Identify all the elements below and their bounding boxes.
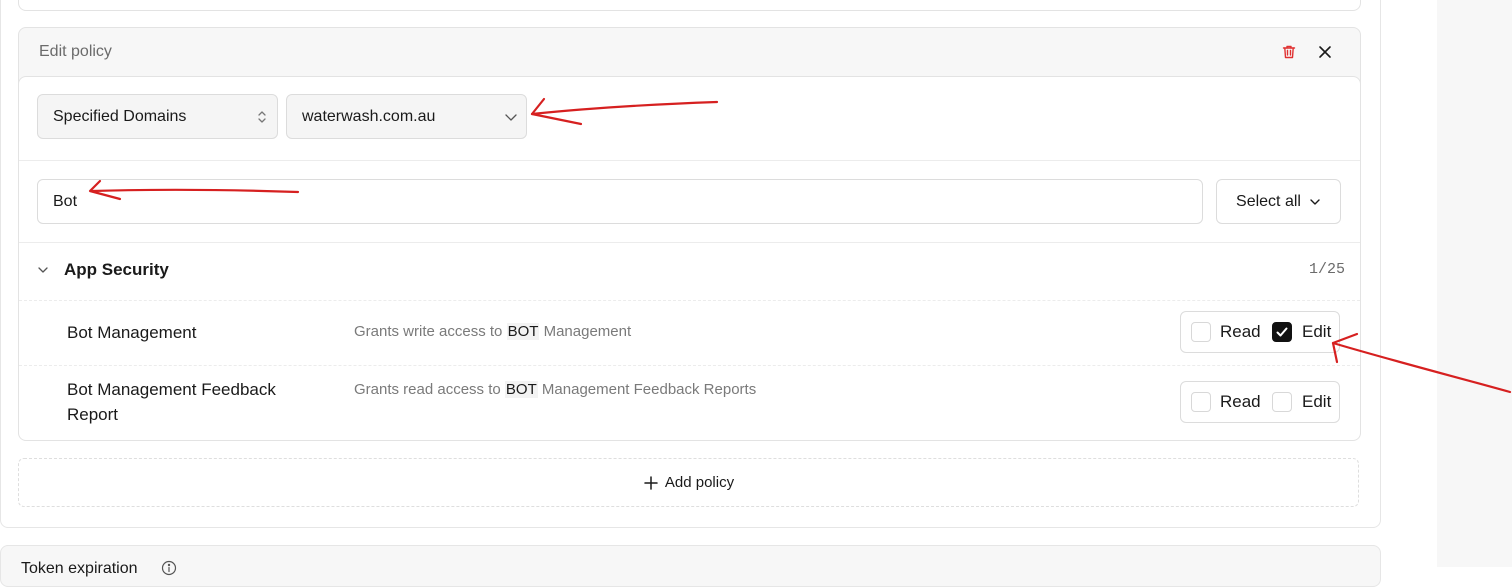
- description-highlight: BOT: [504, 381, 538, 398]
- chevron-down-icon: [1310, 198, 1320, 205]
- add-policy-button[interactable]: Add policy: [18, 458, 1359, 507]
- domain-select-value: waterwash.com.au: [302, 107, 436, 125]
- description-text: Management: [539, 323, 632, 340]
- description-text: Management Feedback Reports: [537, 381, 757, 398]
- read-label[interactable]: Read: [1220, 392, 1261, 412]
- permission-search-input[interactable]: [37, 179, 1203, 224]
- permission-access-controls: Read Edit: [1180, 381, 1340, 423]
- section-title: Token expiration: [21, 560, 138, 577]
- scope-select-value: Specified Domains: [53, 107, 187, 125]
- scope-select[interactable]: Specified Domains: [37, 94, 278, 139]
- chevron-down-icon: [496, 112, 526, 122]
- close-policy-button[interactable]: [1315, 42, 1335, 62]
- domain-select[interactable]: waterwash.com.au: [286, 94, 527, 139]
- collapse-group-toggle[interactable]: [35, 262, 51, 278]
- permission-name: Bot Management Feedback Report: [67, 380, 276, 424]
- read-label[interactable]: Read: [1220, 322, 1261, 342]
- policy-editor: Specified Domains waterwash.com.au Selec…: [18, 76, 1361, 441]
- chevron-updown-icon: [247, 109, 277, 125]
- edit-checkbox[interactable]: [1272, 392, 1292, 412]
- info-icon: [161, 560, 177, 576]
- close-icon: [1319, 46, 1331, 58]
- previous-policy-card: [18, 0, 1361, 11]
- policy-title: Edit policy: [39, 43, 112, 60]
- permission-group-count: 1/25: [1308, 261, 1345, 278]
- description-text: Grants write access to: [354, 323, 507, 340]
- description-text: Grants read access to: [354, 381, 505, 398]
- edit-policy-card: Edit policy Specified Domains waterwash.…: [18, 27, 1361, 441]
- trash-icon: [1282, 45, 1296, 59]
- right-gutter: [1437, 0, 1512, 567]
- permission-access-controls: Read Edit: [1180, 311, 1340, 353]
- token-expiration-card: Token expiration: [0, 545, 1381, 587]
- plus-icon: [644, 475, 658, 490]
- edit-checkbox[interactable]: [1272, 322, 1292, 342]
- permission-description: Grants read access to BOT Management Fee…: [354, 381, 756, 398]
- divider: [19, 160, 1360, 161]
- chevron-down-icon: [38, 267, 48, 273]
- permission-group-title: App Security: [64, 260, 169, 279]
- add-policy-label: Add policy: [664, 474, 735, 491]
- row-divider: [19, 300, 1360, 301]
- edit-label[interactable]: Edit: [1302, 322, 1331, 342]
- delete-policy-button[interactable]: [1279, 42, 1299, 62]
- permission-name: Bot Management: [67, 323, 197, 342]
- permission-description: Grants write access to BOT Management: [354, 323, 631, 340]
- read-checkbox[interactable]: [1191, 392, 1211, 412]
- check-icon: [1276, 327, 1288, 337]
- read-checkbox[interactable]: [1191, 322, 1211, 342]
- divider: [19, 242, 1360, 243]
- edit-label[interactable]: Edit: [1302, 392, 1331, 412]
- select-all-dropdown[interactable]: Select all: [1216, 179, 1341, 224]
- description-highlight: BOT: [506, 323, 540, 340]
- select-all-label: Select all: [1236, 192, 1301, 210]
- row-divider: [19, 365, 1360, 366]
